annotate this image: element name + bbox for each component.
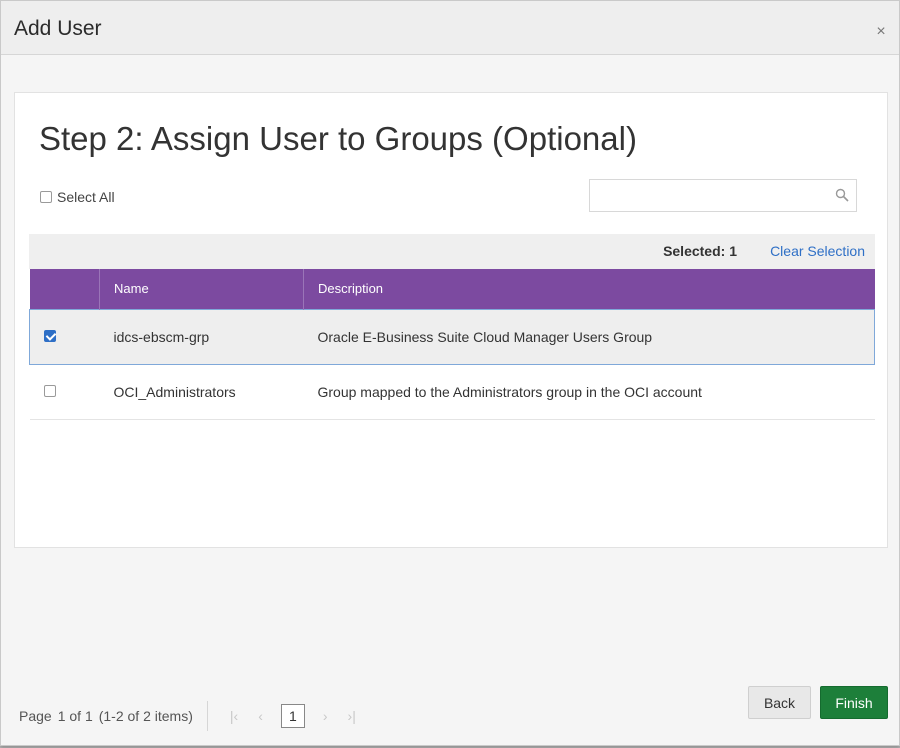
clear-selection-link[interactable]: Clear Selection — [770, 243, 865, 259]
select-all-checkbox[interactable] — [40, 191, 52, 203]
groups-table: Name Description idcs-ebscm-grp Oracle E… — [29, 269, 875, 420]
content-panel: Step 2: Assign User to Groups (Optional)… — [14, 92, 888, 548]
first-page-icon[interactable]: |‹ — [230, 708, 238, 724]
select-all-label: Select All — [57, 189, 115, 205]
group-name: idcs-ebscm-grp — [99, 308, 304, 365]
last-page-icon[interactable]: ›| — [348, 708, 356, 724]
selection-toolbar: Selected: 1 Clear Selection — [29, 234, 875, 269]
current-page-button[interactable]: 1 — [280, 704, 305, 728]
next-page-icon[interactable]: › — [323, 708, 328, 724]
row-checkbox-cell — [29, 364, 100, 420]
dialog-title: Add User — [14, 17, 102, 40]
row-checkbox[interactable] — [44, 329, 56, 342]
dialog-footer: Page 1 of 1 (1-2 of 2 items) |‹ ‹ 1 › ›|… — [1, 681, 899, 737]
group-description: Group mapped to the Administrators group… — [303, 364, 875, 420]
dialog-header: Add User × — [1, 1, 899, 55]
prev-page-icon[interactable]: ‹ — [258, 708, 263, 724]
page-of-count: 1 of 1 — [57, 708, 93, 724]
column-header-name[interactable]: Name — [99, 269, 304, 309]
search-icon[interactable] — [834, 187, 850, 203]
column-header-description[interactable]: Description — [303, 269, 875, 309]
pagination: Page 1 of 1 (1-2 of 2 items) |‹ ‹ 1 › ›| — [19, 701, 366, 731]
items-count: (1-2 of 2 items) — [98, 708, 193, 724]
step-title: Step 2: Assign User to Groups (Optional) — [39, 120, 637, 157]
table-row[interactable]: OCI_Administrators Group mapped to the A… — [29, 364, 875, 420]
group-name: OCI_Administrators — [99, 364, 304, 420]
table-row[interactable]: idcs-ebscm-grp Oracle E-Business Suite C… — [29, 308, 875, 365]
select-all[interactable]: Select All — [40, 189, 115, 205]
group-description: Oracle E-Business Suite Cloud Manager Us… — [303, 308, 875, 365]
column-header-select — [29, 269, 100, 309]
back-button[interactable]: Back — [748, 686, 811, 719]
selected-count: Selected: 1 — [663, 243, 737, 259]
search-input[interactable] — [589, 179, 857, 212]
row-checkbox[interactable] — [43, 384, 56, 397]
finish-button[interactable]: Finish — [820, 686, 888, 719]
row-checkbox-cell — [29, 308, 100, 365]
add-user-dialog: Add User × Step 2: Assign User to Groups… — [0, 0, 900, 746]
close-icon[interactable]: × — [873, 24, 889, 40]
pager-divider — [206, 701, 208, 731]
page-label: Page — [19, 708, 52, 724]
table-header-row: Name Description — [29, 269, 875, 309]
